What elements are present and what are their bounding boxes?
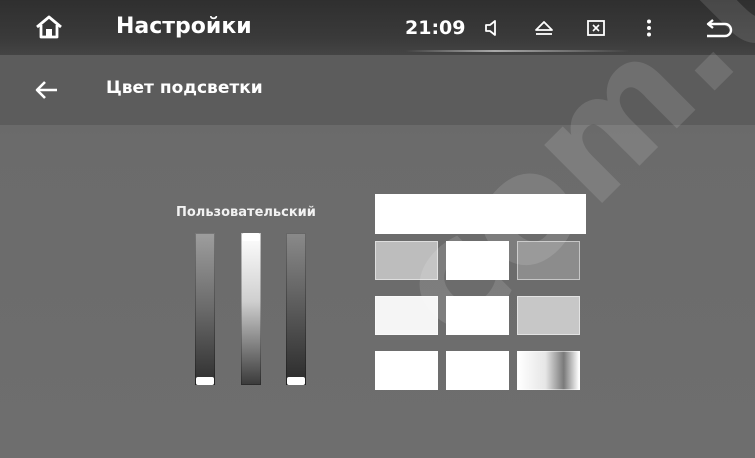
home-icon[interactable] — [34, 14, 64, 40]
clock: 21:09 — [405, 17, 466, 39]
more-vert-icon[interactable] — [638, 18, 660, 38]
color-swatch[interactable] — [446, 351, 509, 390]
gradient-color-swatch[interactable] — [517, 351, 580, 390]
color-preview — [375, 194, 586, 234]
color-swatch[interactable] — [517, 296, 580, 335]
slider-handle[interactable] — [242, 233, 260, 241]
custom-color-label: Пользовательский — [176, 205, 316, 220]
color-swatch[interactable] — [517, 241, 580, 280]
status-underline — [405, 50, 630, 52]
slider-handle[interactable] — [287, 377, 305, 385]
eject-icon[interactable] — [533, 18, 555, 38]
color-swatch[interactable] — [375, 351, 438, 390]
middle-color-slider[interactable] — [241, 233, 261, 385]
color-swatch[interactable] — [446, 296, 509, 335]
color-swatch[interactable] — [446, 241, 509, 280]
slider-handle[interactable] — [196, 377, 214, 385]
close-box-icon[interactable] — [585, 18, 607, 38]
page-title: Цвет подсветки — [106, 78, 263, 98]
screen: Настройки 21:09 Цвет подсветки Пользоват… — [0, 0, 755, 458]
volume-icon[interactable] — [481, 18, 503, 38]
left-color-slider[interactable] — [195, 233, 215, 385]
color-swatch[interactable] — [375, 296, 438, 335]
right-color-slider[interactable] — [286, 233, 306, 385]
return-icon[interactable] — [703, 18, 733, 38]
app-title: Настройки — [116, 14, 252, 39]
color-swatch[interactable] — [375, 241, 438, 280]
status-bar: Настройки 21:09 — [0, 0, 755, 55]
subheader: Цвет подсветки — [0, 55, 755, 125]
arrow-left-icon[interactable] — [33, 79, 59, 101]
